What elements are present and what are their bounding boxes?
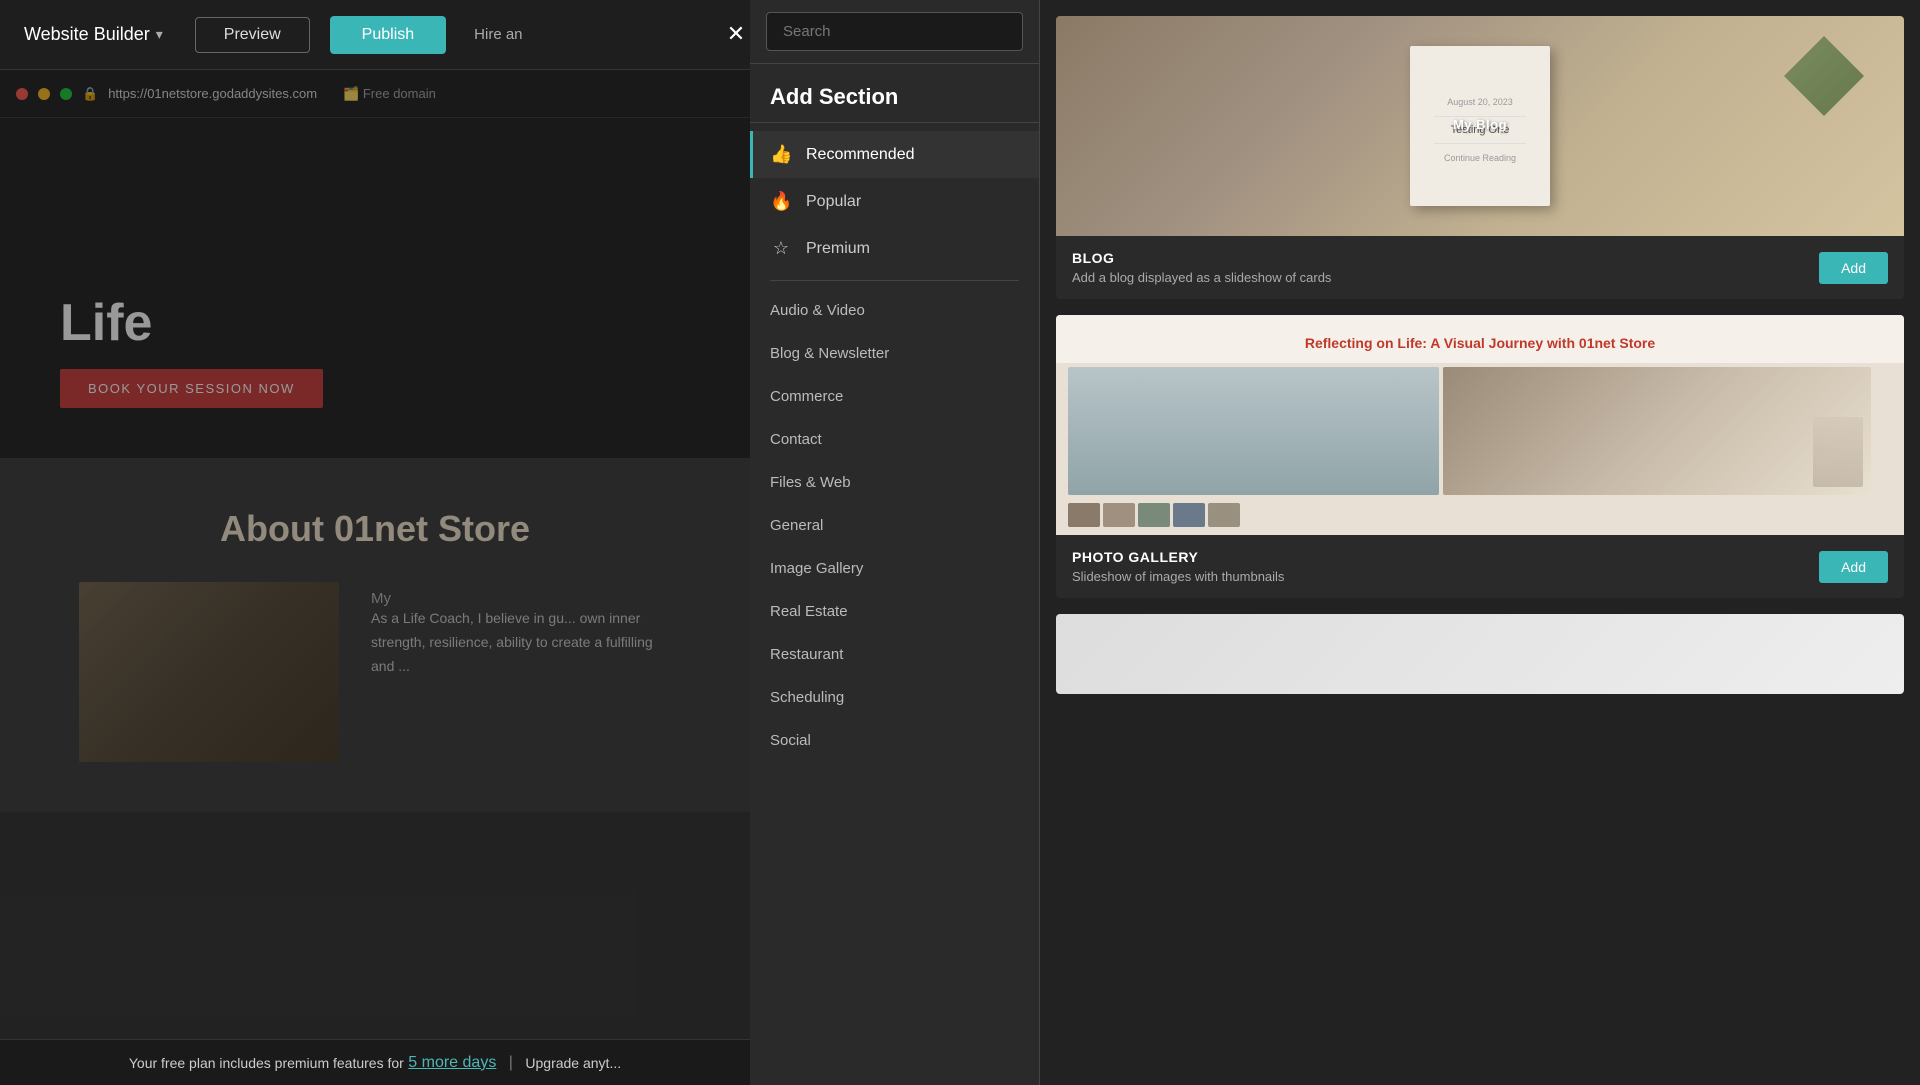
nav-list: 👍 Recommended 🔥 Popular ☆ Premium Audio … <box>750 123 1039 1085</box>
nav-item-audio-video[interactable]: Audio & Video <box>750 289 1039 332</box>
general-label: General <box>770 517 823 534</box>
nav-item-social[interactable]: Social <box>750 719 1039 762</box>
nav-item-image-gallery[interactable]: Image Gallery <box>750 547 1039 590</box>
close-button[interactable]: ✕ <box>718 16 754 52</box>
blog-add-button[interactable]: Add <box>1819 252 1888 284</box>
gallery-thumb-5 <box>1208 503 1240 527</box>
star-icon: ☆ <box>770 238 792 259</box>
thumbs-up-icon: 👍 <box>770 144 792 165</box>
gallery-figure <box>1813 417 1863 487</box>
nav-item-files-web[interactable]: Files & Web <box>750 461 1039 504</box>
blog-card-preview: My Blog August 20, 2023 Testing One Cont… <box>1056 16 1904 236</box>
upgrade-text: Upgrade anyt... <box>525 1055 621 1071</box>
image-gallery-label: Image Gallery <box>770 560 863 577</box>
gallery-card-info: PHOTO GALLERY Slideshow of images with t… <box>1072 549 1819 584</box>
bottom-bar: Your free plan includes premium features… <box>0 1039 750 1085</box>
leaf-decoration <box>1784 36 1864 116</box>
nav-item-recommended[interactable]: 👍 Recommended <box>750 131 1039 178</box>
blog-card-desc: Add a blog displayed as a slideshow of c… <box>1072 270 1819 285</box>
blog-preview-bg: My Blog August 20, 2023 Testing One Cont… <box>1056 16 1904 236</box>
bottom-separator: | <box>509 1054 513 1072</box>
blog-card: My Blog August 20, 2023 Testing One Cont… <box>1056 16 1904 299</box>
preview-button[interactable]: Preview <box>195 17 310 53</box>
nav-item-scheduling[interactable]: Scheduling <box>750 676 1039 719</box>
publish-button[interactable]: Publish <box>330 16 446 54</box>
side-panel: Add Section 👍 Recommended 🔥 Popular ☆ Pr… <box>750 0 1040 1085</box>
gallery-card-name: PHOTO GALLERY <box>1072 549 1819 565</box>
overlay-dim <box>0 70 750 1085</box>
recommended-label: Recommended <box>806 146 915 164</box>
files-web-label: Files & Web <box>770 474 851 491</box>
fire-icon: 🔥 <box>770 191 792 212</box>
upgrade-link[interactable]: 5 more days <box>408 1054 496 1072</box>
blog-continue: Continue Reading <box>1444 153 1516 163</box>
nav-divider <box>770 280 1019 281</box>
gallery-thumb-2 <box>1103 503 1135 527</box>
nav-item-blog-newsletter[interactable]: Blog & Newsletter <box>750 332 1039 375</box>
scheduling-label: Scheduling <box>770 689 844 706</box>
blog-card-info: BLOG Add a blog displayed as a slideshow… <box>1072 250 1819 285</box>
blog-card-footer: BLOG Add a blog displayed as a slideshow… <box>1056 236 1904 299</box>
panel-header: Add Section <box>750 64 1039 123</box>
gallery-add-button[interactable]: Add <box>1819 551 1888 583</box>
contact-label: Contact <box>770 431 822 448</box>
gallery-card-preview: Reflecting on Life: A Visual Journey wit… <box>1056 315 1904 535</box>
third-card-preview <box>1056 614 1904 694</box>
blog-card-date: August 20, 2023 <box>1447 97 1513 107</box>
gallery-thumbs <box>1056 499 1904 535</box>
gallery-card-footer: PHOTO GALLERY Slideshow of images with t… <box>1056 535 1904 598</box>
nav-item-general[interactable]: General <box>750 504 1039 547</box>
gallery-thumb-1 <box>1068 503 1100 527</box>
third-card <box>1056 614 1904 694</box>
brand-name: Website Builder ▾ <box>24 24 163 45</box>
nav-item-contact[interactable]: Contact <box>750 418 1039 461</box>
nav-item-commerce[interactable]: Commerce <box>750 375 1039 418</box>
nav-item-popular[interactable]: 🔥 Popular <box>750 178 1039 225</box>
bottom-text: Your free plan includes premium features… <box>129 1055 404 1071</box>
audio-video-label: Audio & Video <box>770 302 865 319</box>
gallery-card-desc: Slideshow of images with thumbnails <box>1072 569 1819 584</box>
gallery-preview-bg: Reflecting on Life: A Visual Journey wit… <box>1056 315 1904 535</box>
brand-label: Website Builder <box>24 24 150 45</box>
gallery-thumb-4 <box>1173 503 1205 527</box>
nav-item-restaurant[interactable]: Restaurant <box>750 633 1039 676</box>
gallery-title-area: Reflecting on Life: A Visual Journey wit… <box>1056 315 1904 363</box>
gallery-card: Reflecting on Life: A Visual Journey wit… <box>1056 315 1904 598</box>
gallery-title-text: Reflecting on Life: A Visual Journey wit… <box>1076 335 1884 351</box>
gallery-img-right <box>1443 367 1871 495</box>
popular-label: Popular <box>806 193 861 211</box>
brand-chevron-icon: ▾ <box>156 26 163 43</box>
blog-newsletter-label: Blog & Newsletter <box>770 345 889 362</box>
gallery-thumb-3 <box>1138 503 1170 527</box>
blog-card-line-2 <box>1434 143 1527 144</box>
restaurant-label: Restaurant <box>770 646 843 663</box>
commerce-label: Commerce <box>770 388 843 405</box>
panel-title: Add Section <box>770 84 1019 110</box>
social-label: Social <box>770 732 811 749</box>
nav-item-premium[interactable]: ☆ Premium <box>750 225 1039 272</box>
search-input[interactable] <box>766 12 1023 51</box>
nav-item-real-estate[interactable]: Real Estate <box>750 590 1039 633</box>
blog-card-name: BLOG <box>1072 250 1819 266</box>
premium-label: Premium <box>806 240 870 258</box>
gallery-img-left <box>1068 367 1439 495</box>
content-area: My Blog August 20, 2023 Testing One Cont… <box>1040 0 1920 1085</box>
hire-text: Hire an <box>474 26 522 43</box>
search-area <box>750 0 1039 64</box>
gallery-images-main <box>1056 363 1904 499</box>
blog-title-overlay: My Blog <box>1453 117 1507 132</box>
real-estate-label: Real Estate <box>770 603 848 620</box>
